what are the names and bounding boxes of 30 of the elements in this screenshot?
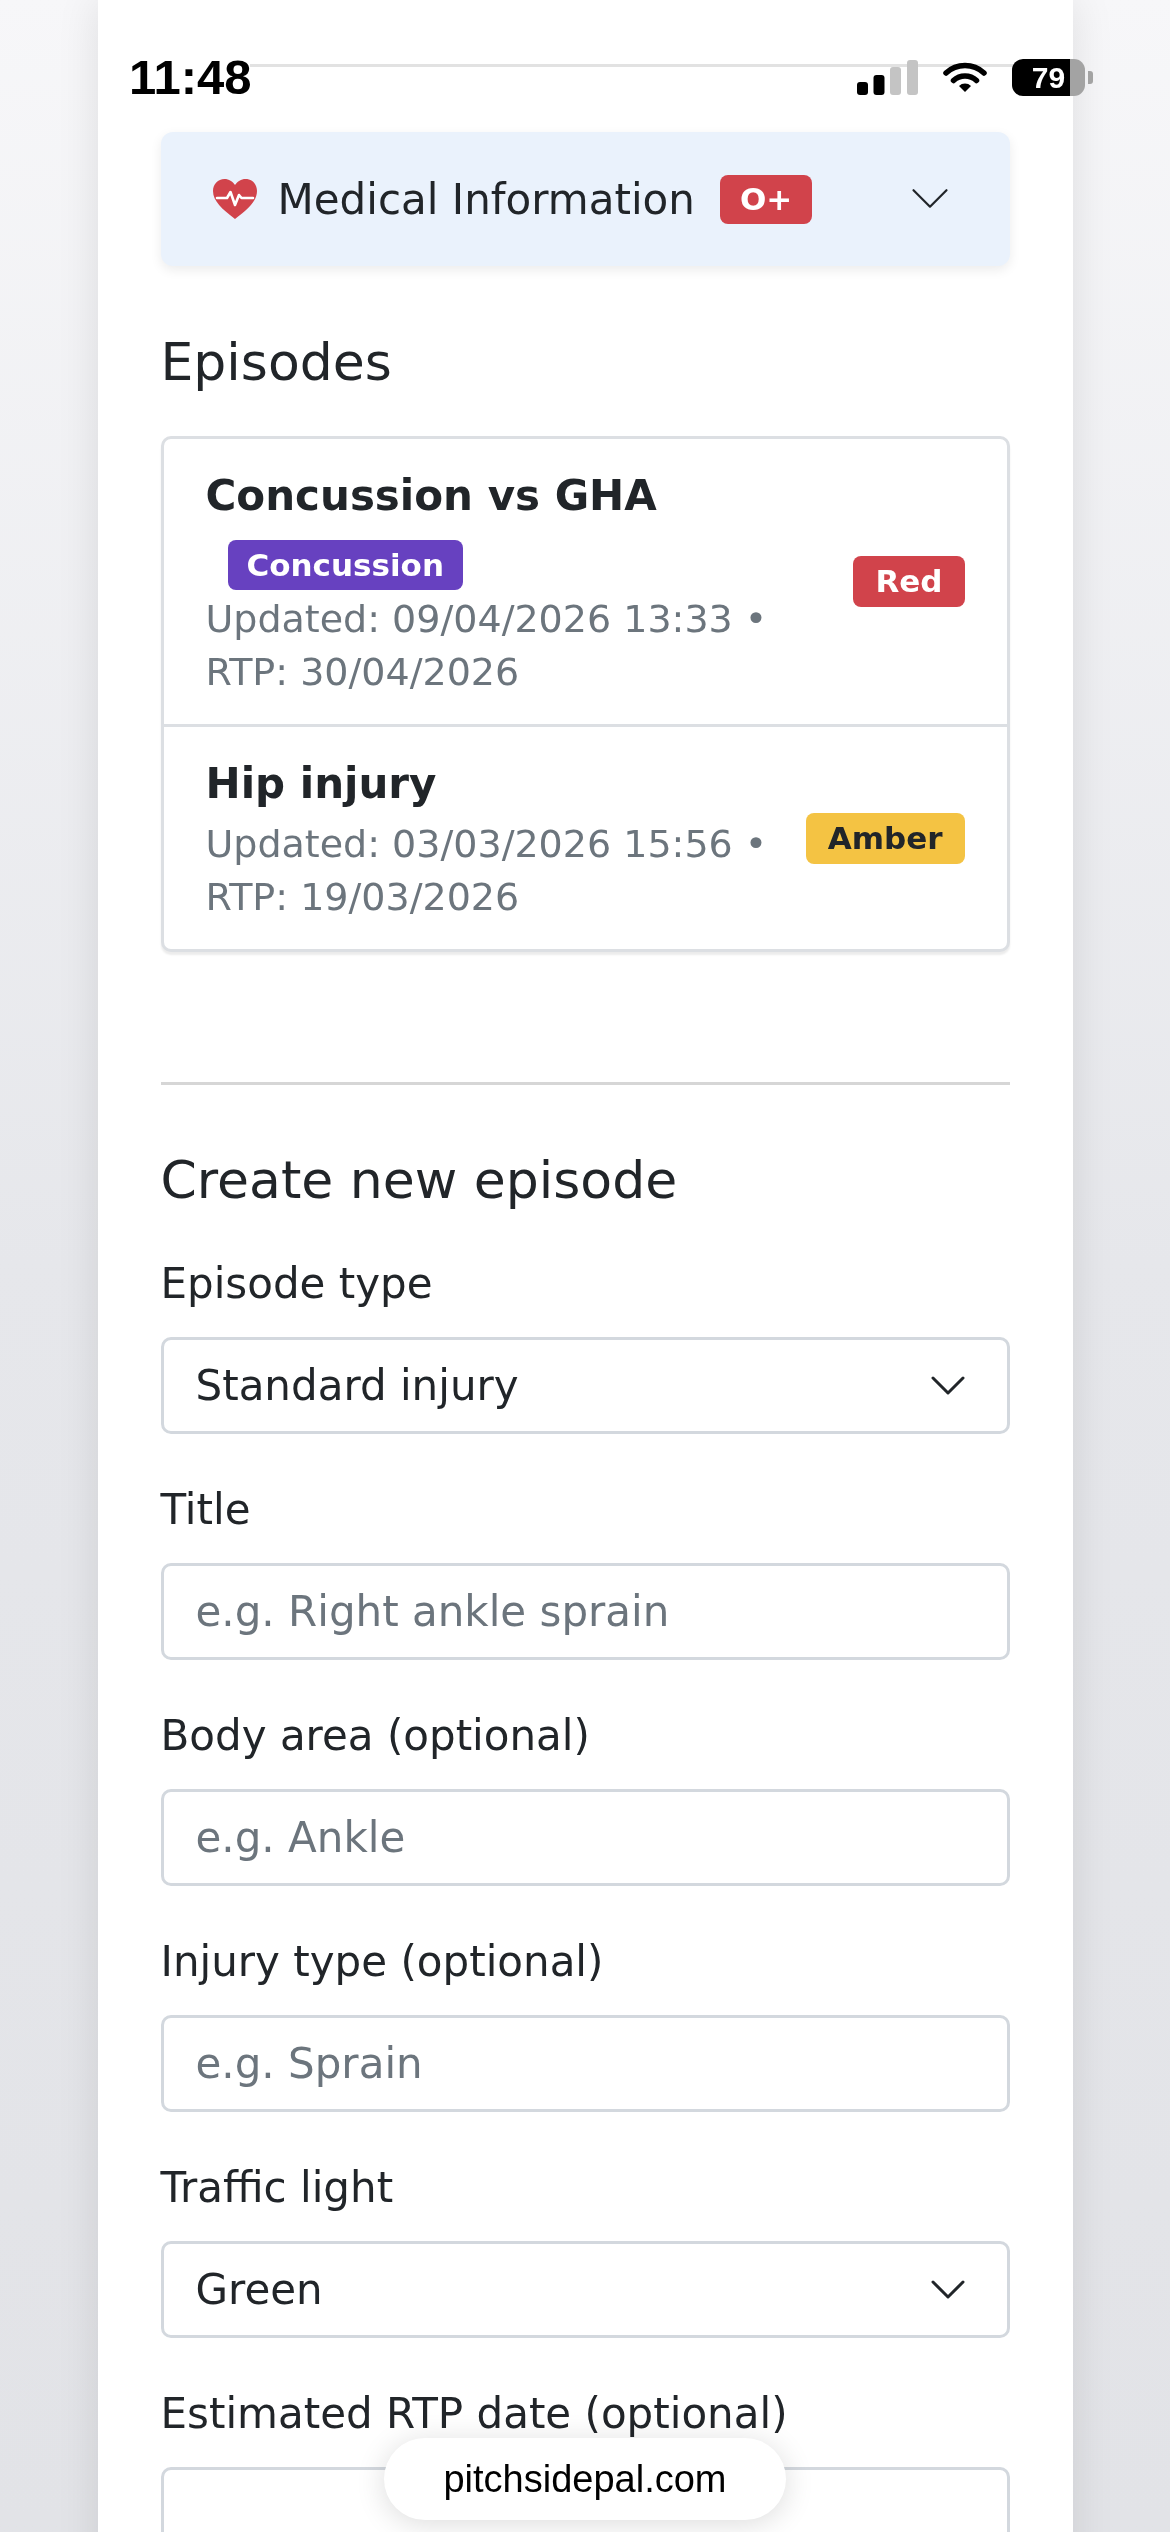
field-label: Title xyxy=(160,1484,252,1536)
signal-icon xyxy=(857,59,918,95)
text-input[interactable]: e.g. Ankle xyxy=(160,1789,1010,1886)
address-bar[interactable]: pitchsidepal.com xyxy=(384,2438,786,2520)
field-label: Episode type xyxy=(160,1258,434,1310)
battery-indicator: 79 xyxy=(1012,58,1093,96)
episode-title[interactable]: Hip injury xyxy=(205,752,786,815)
section-heading: Episodes xyxy=(160,331,393,393)
clock-time: 11:48 xyxy=(129,49,252,105)
text-input[interactable]: e.g. Right ankle sprain xyxy=(160,1563,1010,1660)
heart-pulse-icon xyxy=(211,178,258,220)
medical-info-accordion[interactable]: Medical Information O+ xyxy=(160,132,1010,266)
wifi-icon xyxy=(943,61,987,93)
chevron-down-icon xyxy=(930,2279,965,2300)
status-badge: Amber xyxy=(805,812,965,864)
field-label: Body area (optional) xyxy=(160,1710,591,1762)
episode-title[interactable]: Concussion vs GHA xyxy=(205,464,806,527)
field-label: Injury type (optional) xyxy=(160,1936,605,1988)
select-field[interactable]: Standard injury xyxy=(160,1337,1010,1434)
section-heading: Create new episode xyxy=(160,1149,679,1211)
select-field[interactable]: Green xyxy=(160,2241,1010,2338)
episode-meta: Updated: 09/04/2026 13:33 • RTP: 30/04/2026 xyxy=(205,596,769,696)
episode-type-tag: Concussion xyxy=(227,540,463,590)
text-input[interactable]: e.g. Sprain xyxy=(160,2015,1010,2112)
chevron-down-icon xyxy=(930,1375,965,1396)
field-label: Traffic light xyxy=(160,2162,395,2214)
episode-meta: Updated: 03/03/2026 15:56 • RTP: 19/03/2026 xyxy=(205,821,769,921)
status-badge: Red xyxy=(853,556,965,607)
blood-type-badge: O+ xyxy=(719,174,813,224)
field-label: Estimated RTP date (optional) xyxy=(160,2388,789,2440)
